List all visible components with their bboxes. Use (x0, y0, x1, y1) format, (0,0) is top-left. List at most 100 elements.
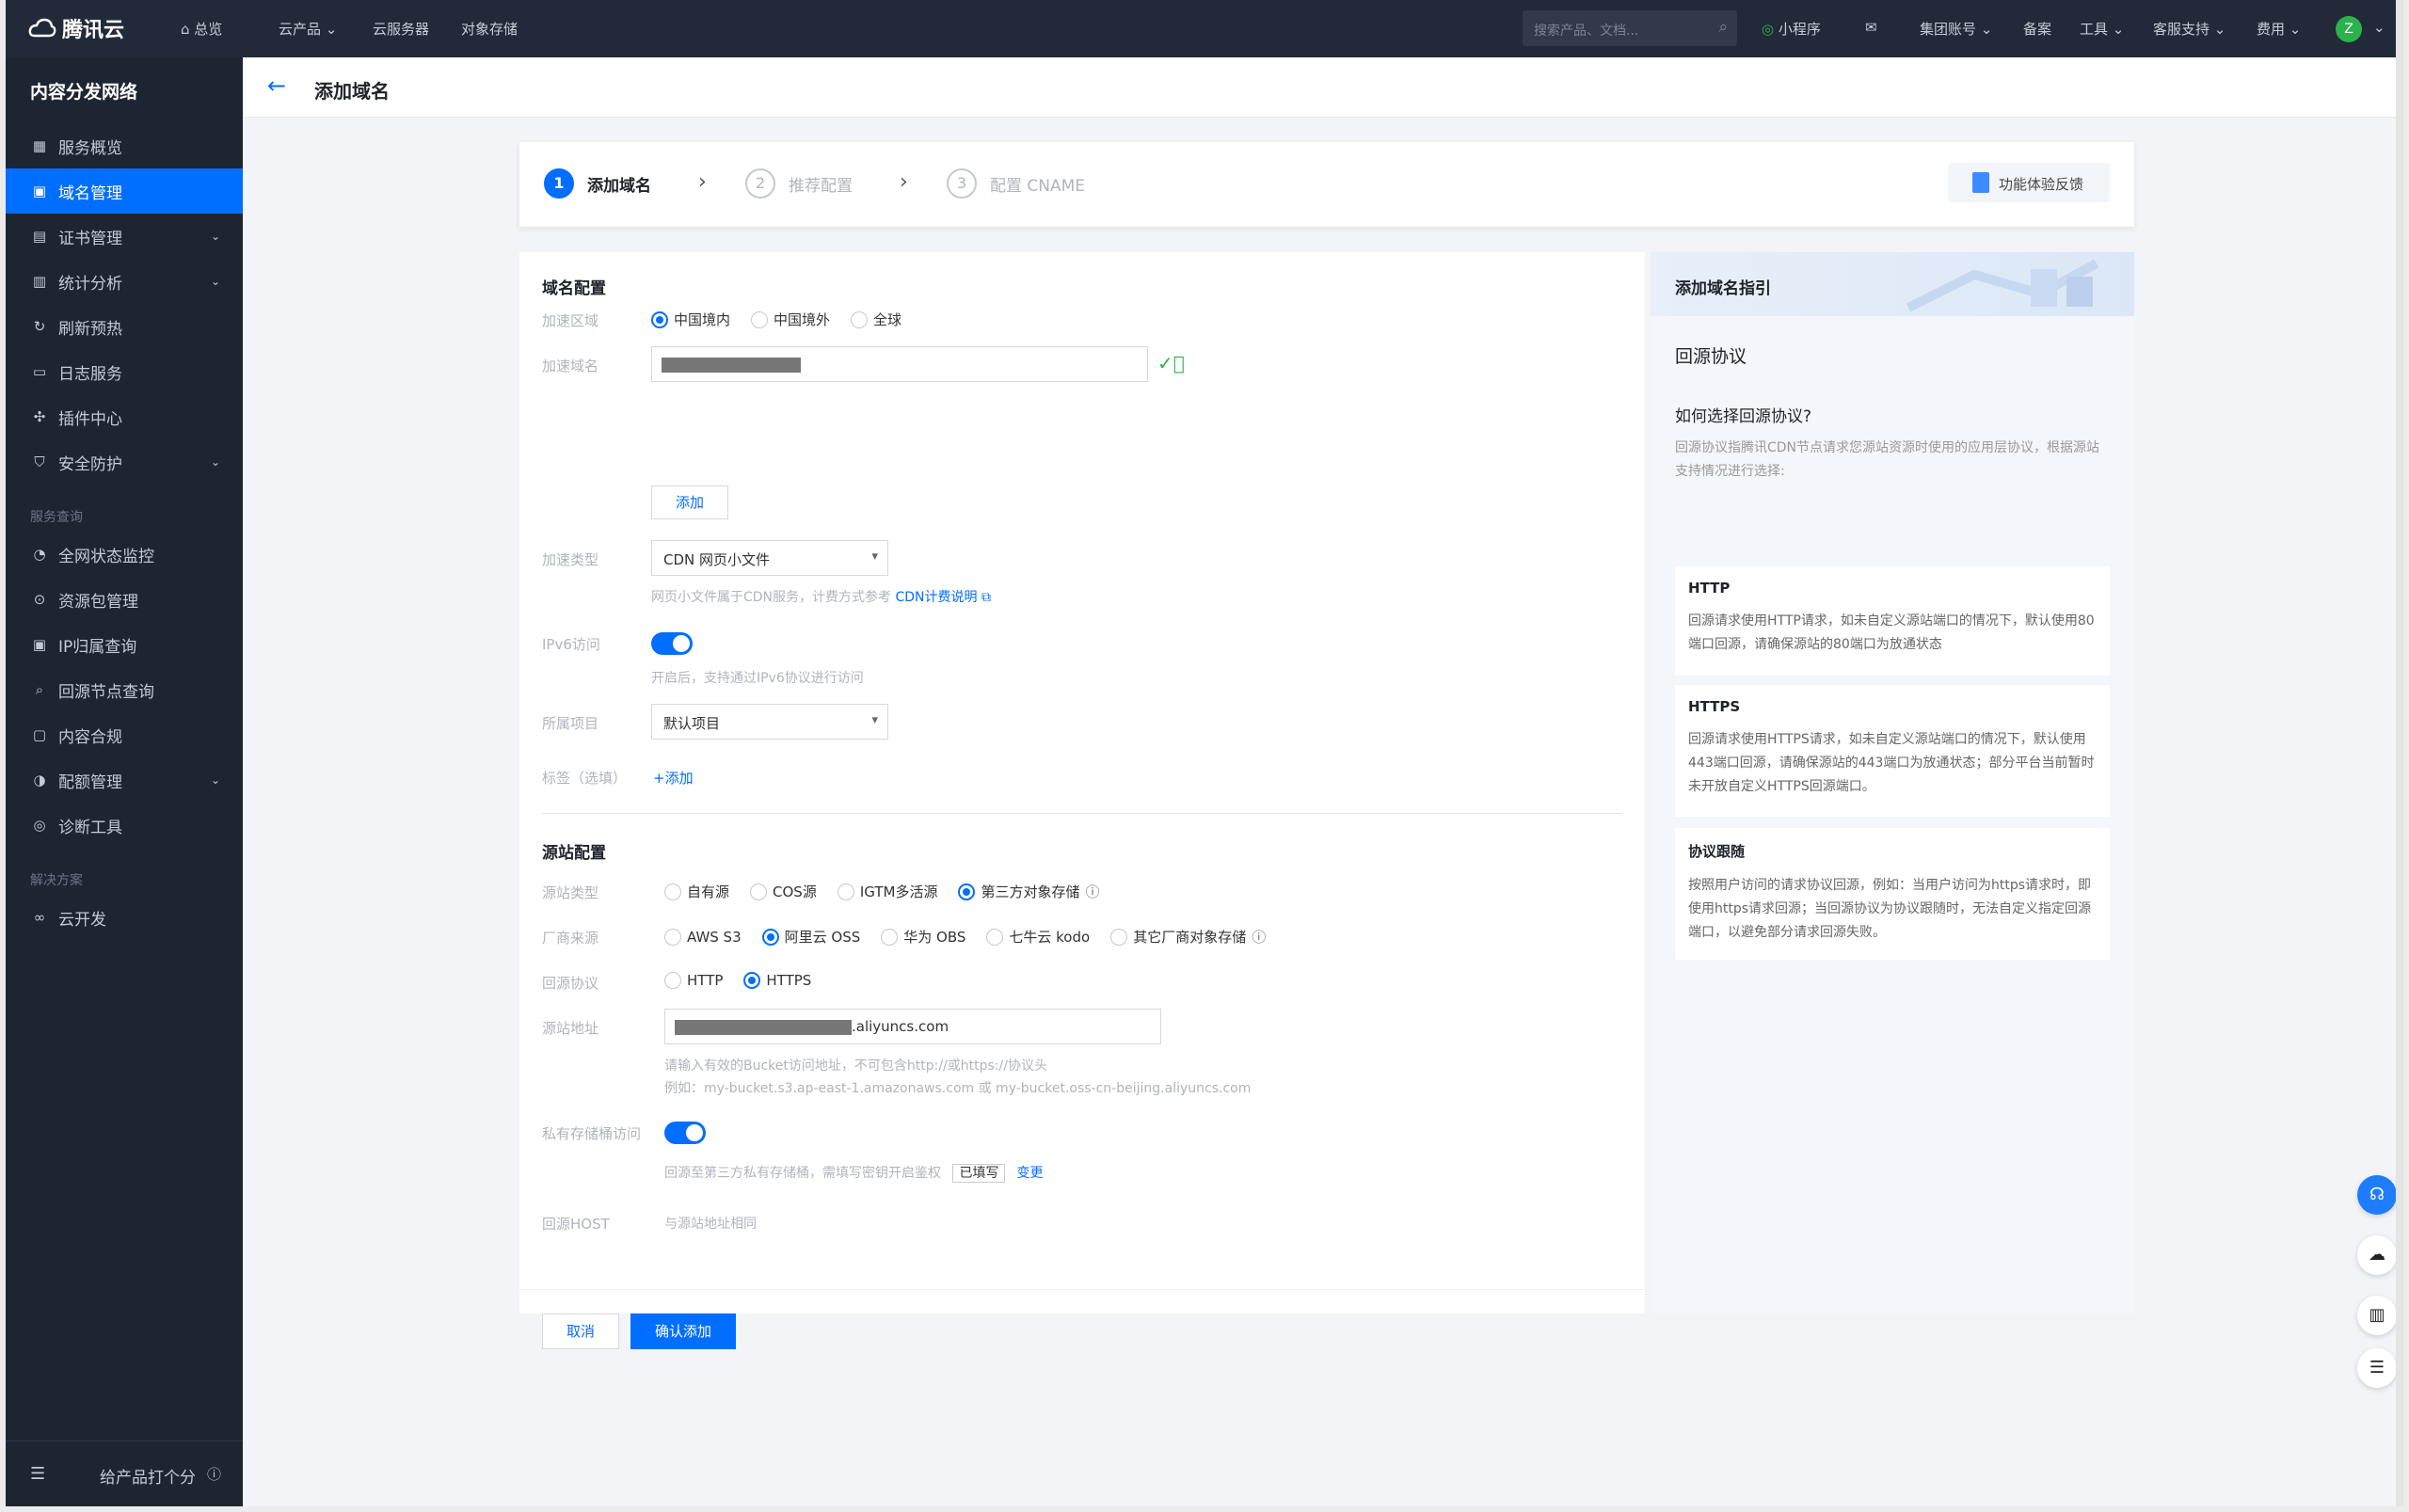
option-label: 阿里云 OSS (784, 929, 861, 946)
cdn-billing-link[interactable]: CDN计费说明 (895, 590, 977, 605)
region-option[interactable]: 中国境外 (751, 310, 830, 329)
cancel-button[interactable]: 取消 (542, 1313, 619, 1349)
sidebar-item-cloud-dev[interactable]: ∞ 云开发 (6, 895, 243, 940)
sidebar-group-query: 服务查询 (30, 510, 83, 525)
brand-logo[interactable]: 腾讯云 (28, 13, 124, 43)
nav-overview[interactable]: ⌂ 总览 (181, 19, 222, 39)
nav-tools[interactable]: 工具 ⌄ (2080, 19, 2124, 39)
sidebar-item-logs[interactable]: ▭ 日志服务 (6, 349, 243, 394)
origin-type-option[interactable]: IGTM多活源 (837, 882, 937, 901)
origin-type-option[interactable]: 第三方对象存储 (958, 882, 1079, 901)
confirm-add-button[interactable]: 确认添加 (630, 1313, 736, 1349)
project-select[interactable]: 默认项目 (651, 704, 888, 740)
sidebar-item-ip-query[interactable]: ▣ IP归属查询 (6, 622, 243, 667)
vendor-option[interactable]: 七牛云 kodo (986, 927, 1090, 947)
search-icon[interactable]: ⌕ (1718, 18, 1728, 37)
origin-type-option[interactable]: COS源 (750, 882, 817, 901)
mail-icon[interactable]: ✉ (1865, 19, 1877, 36)
region-option-label: 中国境内 (674, 311, 731, 328)
nav-cos[interactable]: 对象存储 (461, 19, 518, 39)
nav-group-account[interactable]: 集团账号 ⌄ (1920, 19, 1992, 39)
ipv6-label: IPv6访问 (542, 636, 600, 653)
rate-product-link[interactable]: 给产品打个分 (100, 1464, 196, 1488)
collapse-menu-icon[interactable]: ☰ (30, 1464, 45, 1484)
avatar[interactable]: Z (2336, 16, 2362, 42)
nav-support[interactable]: 客服支持 ⌄ (2153, 19, 2226, 39)
vendor-option[interactable]: 阿里云 OSS (761, 927, 861, 947)
sidebar-item-packages[interactable]: ⊙ 资源包管理 (6, 577, 243, 622)
sidebar-item-plugins[interactable]: ✣ 插件中心 (6, 394, 243, 439)
info-circle-icon[interactable]: ⓘ (1085, 882, 1099, 901)
sidebar-item-domains[interactable]: ▣ 域名管理 (6, 168, 243, 214)
sidebar-item-label: 内容合规 (58, 727, 122, 747)
guide-header: 添加域名指引 (1651, 252, 2134, 316)
address-hint-1: 请输入有效的Bucket访问地址，不可包含http://或https://协议头 (664, 1058, 1047, 1074)
domain-label: 加速域名 (542, 358, 599, 374)
region-option[interactable]: 中国境内 (651, 310, 730, 329)
add-tag-link[interactable]: +添加 (653, 768, 694, 788)
acceleration-type-select[interactable]: CDN 网页小文件 (651, 540, 888, 576)
sidebar-item-label: IP归属查询 (58, 637, 137, 657)
add-domain-form: 域名配置 加速区域 中国境内 中国境外 全球 加速域名 ✓⃝ 添加 加速类型 C… (519, 252, 1645, 1349)
origin-type-option[interactable]: 自有源 (664, 882, 729, 901)
vendor-option[interactable]: 其它厂商对象存储 (1110, 927, 1246, 947)
guide-intro: 回源协议指腾讯CDN节点请求您源站资源时使用的应用层协议，根据源站支持情况进行选… (1675, 440, 2100, 479)
change-key-link[interactable]: 变更 (1016, 1166, 1043, 1181)
avatar-chevron-icon[interactable]: ⌄ (2373, 19, 2385, 36)
nav-cvm-label: 云服务器 (373, 21, 430, 38)
nav-products[interactable]: 云产品 ⌄ (279, 19, 337, 39)
step-number: 1 (544, 168, 574, 199)
sidebar-item-security[interactable]: ⛉ 安全防护 ⌄ (6, 439, 243, 485)
info-circle-icon[interactable]: ⓘ (1252, 927, 1266, 947)
sidebar-item-origin-node[interactable]: ⌕ 回源节点查询 (6, 667, 243, 712)
sidebar-item-label: 插件中心 (58, 409, 122, 429)
feedback-button[interactable]: 功能体验反馈 (1948, 163, 2110, 202)
sidebar-item-overview[interactable]: ▦ 服务概览 (6, 123, 243, 168)
vendor-option[interactable]: 华为 OBS (881, 927, 965, 947)
radio-unchecked (851, 310, 869, 328)
customer-service-icon[interactable]: ☊ (2357, 1175, 2397, 1215)
sidebar-item-certificates[interactable]: ▤ 证书管理 ⌄ (6, 214, 243, 259)
nav-cvm[interactable]: 云服务器 (373, 19, 429, 39)
doc-icon: ▤ (32, 228, 47, 245)
domain-input[interactable] (651, 346, 1148, 382)
external-link-icon[interactable]: ⧉ (981, 590, 991, 605)
private-bucket-toggle[interactable] (664, 1122, 706, 1144)
option-label: 第三方对象存储 (981, 883, 1080, 900)
vendor-radio-group: AWS S3 阿里云 OSS 华为 OBS 七牛云 kodo 其它厂商对象存储 … (664, 927, 1266, 947)
sidebar-item-compliance[interactable]: ▢ 内容合规 (6, 712, 243, 757)
back-arrow-icon[interactable]: ← (267, 74, 286, 97)
nav-billing[interactable]: 费用 ⌄ (2257, 19, 2301, 39)
sidebar-item-quota[interactable]: ◑ 配额管理 ⌄ (6, 757, 243, 803)
vertical-scrollbar[interactable] (2396, 0, 2403, 1506)
step-label: 添加域名 (587, 176, 651, 196)
protocol-option[interactable]: HTTP (664, 972, 723, 989)
cloud-sync-icon[interactable]: ☁ (2357, 1235, 2397, 1275)
protocol-radio-group: HTTP HTTPS (664, 972, 832, 989)
origin-address-input[interactable]: .aliyuncs.com (664, 1009, 1161, 1044)
origin-host-value: 与源站地址相同 (664, 1217, 757, 1232)
sidebar-item-monitor[interactable]: ◔ 全网状态监控 (6, 532, 243, 577)
region-option[interactable]: 全球 (851, 310, 901, 329)
search-input[interactable]: 搜索产品、文档... ⌕ (1523, 10, 1737, 46)
step-number: 2 (745, 168, 775, 199)
nav-beian[interactable]: 备案 (2023, 19, 2051, 39)
ipv6-toggle[interactable] (651, 632, 693, 655)
search-placeholder: 搜索产品、文档... (1534, 24, 1639, 39)
sidebar-item-label: 服务概览 (58, 138, 122, 158)
step-number: 3 (947, 168, 977, 199)
add-domain-button[interactable]: 添加 (651, 485, 728, 519)
protocol-option[interactable]: HTTPS (743, 972, 811, 989)
guide-question: 如何选择回源协议? (1675, 407, 1812, 426)
sidebar-item-label: 安全防护 (58, 454, 122, 474)
nav-miniprogram[interactable]: ◎ 小程序 (1762, 19, 1821, 39)
book-icon[interactable]: ▥ (2357, 1296, 2397, 1335)
sidebar-item-diagnose[interactable]: ◎ 诊断工具 (6, 803, 243, 848)
sidebar-item-label: 回源节点查询 (58, 682, 154, 702)
diagnose-icon: ◎ (33, 817, 46, 834)
sidebar-item-refresh[interactable]: ↻ 刷新预热 (6, 304, 243, 349)
sidebar-item-statistics[interactable]: ▥ 统计分析 ⌄ (6, 259, 243, 304)
list-icon[interactable]: ☰ (2357, 1348, 2397, 1388)
check-circle-icon: ✓⃝ (1157, 352, 1185, 374)
vendor-option[interactable]: AWS S3 (664, 928, 742, 946)
